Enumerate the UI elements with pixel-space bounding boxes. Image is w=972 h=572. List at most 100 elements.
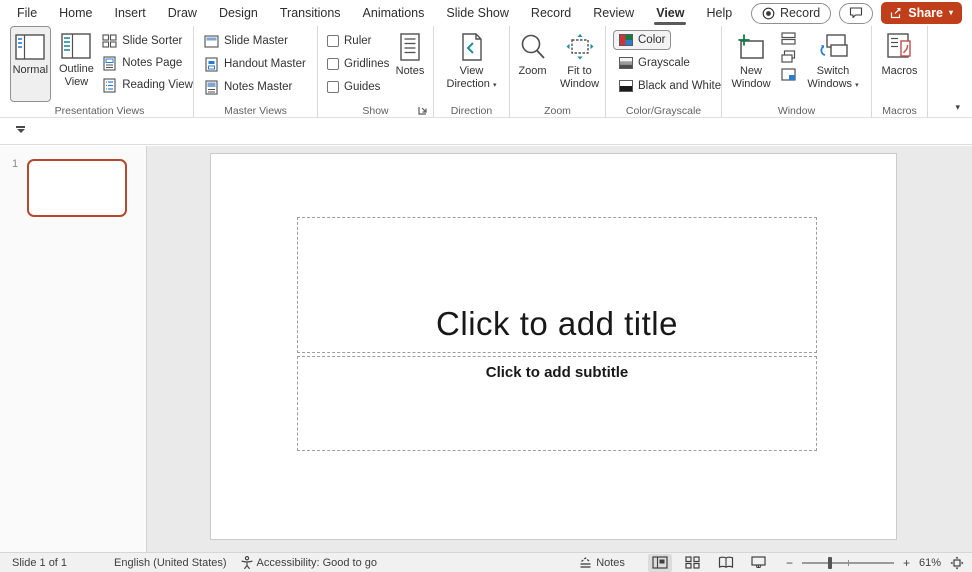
notes-button-label: Notes — [396, 65, 425, 78]
color-button[interactable]: Color — [613, 30, 671, 50]
macros-button[interactable]: Macros — [876, 26, 924, 102]
cascade-windows-icon[interactable] — [781, 50, 796, 63]
thumbnail-slide-number: 1 — [12, 158, 18, 170]
chevron-down-icon: ▾ — [493, 82, 497, 89]
slide-thumbnail[interactable] — [27, 159, 127, 217]
tab-review[interactable]: Review — [582, 0, 645, 26]
zoom-out-button[interactable]: − — [786, 556, 793, 570]
status-bar-right: Notes − + 61% — [579, 554, 972, 572]
group-label-macros: Macros — [872, 105, 927, 117]
normal-view-label: Normal — [13, 64, 48, 77]
ribbon-pin-icon[interactable] — [15, 126, 26, 133]
zoom-slider[interactable] — [802, 562, 894, 564]
checkbox-icon — [327, 58, 339, 70]
notes-button[interactable]: Notes — [390, 26, 430, 98]
notes-page-button[interactable]: Notes Page — [102, 53, 193, 73]
new-window-button[interactable]: New Window — [726, 26, 776, 102]
zoom-in-button[interactable]: + — [903, 556, 910, 570]
fit-to-window-button[interactable]: Fit to Window — [556, 26, 604, 102]
reading-view-status-button[interactable] — [714, 554, 738, 572]
comment-icon — [849, 7, 863, 19]
tab-transitions[interactable]: Transitions — [269, 0, 352, 26]
grayscale-button[interactable]: Grayscale — [613, 53, 690, 73]
fit-slide-to-window-button[interactable] — [950, 556, 964, 570]
handout-master-label: Handout Master — [224, 58, 306, 70]
zoom-button-label: Zoom — [518, 65, 546, 78]
record-button[interactable]: Record — [751, 3, 831, 24]
slide-sorter-status-button[interactable] — [681, 554, 705, 572]
group-label-show: Show — [318, 105, 433, 117]
guides-checkbox[interactable]: Guides — [327, 77, 390, 97]
slide-canvas: Click to add title Click to add subtitle — [148, 146, 972, 552]
group-color-grayscale: Color Grayscale Black and White Color/Gr… — [606, 26, 722, 118]
normal-view-status-button[interactable] — [648, 554, 672, 572]
menu-bar: File Home Insert Draw Design Transitions… — [0, 0, 972, 26]
black-and-white-icon — [619, 80, 633, 92]
zoom-slider-handle[interactable] — [828, 557, 832, 569]
workspace: 1 Click to add title Click to add subtit… — [0, 146, 972, 552]
gridlines-checkbox[interactable]: Gridlines — [327, 54, 390, 74]
tab-home[interactable]: Home — [48, 0, 103, 26]
move-split-icon[interactable] — [781, 68, 796, 81]
zoom-percentage[interactable]: 61% — [919, 557, 941, 569]
slide-master-label: Slide Master — [224, 35, 288, 47]
ruler-checkbox[interactable]: Ruler — [327, 31, 390, 51]
new-window-icon — [736, 33, 766, 61]
notes-toggle-button[interactable]: Notes — [579, 557, 625, 569]
accessibility-icon — [241, 556, 253, 569]
zoom-icon — [519, 33, 547, 61]
status-bar: Slide 1 of 1 English (United States) Acc… — [0, 552, 972, 572]
title-placeholder[interactable]: Click to add title — [297, 217, 817, 353]
slide[interactable]: Click to add title Click to add subtitle — [210, 153, 897, 540]
outline-view-button[interactable]: Outline View — [55, 26, 99, 102]
group-label-zoom: Zoom — [510, 105, 605, 117]
switch-windows-button[interactable]: Switch Windows ▾ — [800, 26, 866, 102]
zoom-button[interactable]: Zoom — [512, 26, 554, 102]
macros-icon — [885, 33, 915, 61]
slide-sorter-button[interactable]: Slide Sorter — [102, 31, 193, 51]
view-direction-button[interactable]: View Direction ▾ — [440, 26, 504, 102]
tab-slide-show[interactable]: Slide Show — [435, 0, 520, 26]
normal-view-button[interactable]: Normal — [10, 26, 51, 102]
comments-button[interactable] — [839, 3, 873, 24]
gridlines-label: Gridlines — [344, 58, 389, 70]
group-label-color-grayscale: Color/Grayscale — [606, 105, 721, 117]
slide-counter[interactable]: Slide 1 of 1 — [12, 557, 67, 569]
tab-draw[interactable]: Draw — [157, 0, 208, 26]
tab-view[interactable]: View — [645, 0, 695, 26]
slide-show-status-button[interactable] — [747, 554, 771, 572]
guides-label: Guides — [344, 81, 380, 93]
view-direction-icon — [459, 33, 485, 61]
slide-master-button[interactable]: Slide Master — [204, 31, 317, 51]
slide-thumbnail-panel: 1 — [0, 146, 147, 552]
arrange-all-icon[interactable] — [781, 32, 796, 45]
tab-design[interactable]: Design — [208, 0, 269, 26]
handout-master-button[interactable]: Handout Master — [204, 54, 317, 74]
subtitle-placeholder-text: Click to add subtitle — [486, 357, 629, 381]
tab-insert[interactable]: Insert — [104, 0, 157, 26]
share-button[interactable]: Share ▾ — [881, 2, 962, 24]
group-zoom: Zoom Fit to Window Zoom — [510, 26, 606, 118]
outline-view-icon — [61, 33, 91, 59]
notes-page-icon — [102, 56, 117, 71]
color-label: Color — [638, 34, 665, 46]
accessibility-status[interactable]: Accessibility: Good to go — [241, 556, 377, 569]
slide-sorter-label: Slide Sorter — [122, 35, 182, 47]
tab-help[interactable]: Help — [695, 0, 743, 26]
reading-view-button[interactable]: Reading View — [102, 75, 193, 95]
tab-file[interactable]: File — [6, 0, 48, 26]
collapse-ribbon-chevron-icon[interactable]: ▾ — [955, 102, 960, 113]
handout-master-icon — [204, 57, 219, 72]
tab-animations[interactable]: Animations — [352, 0, 436, 26]
language-status[interactable]: English (United States) — [114, 557, 227, 569]
subtitle-placeholder[interactable]: Click to add subtitle — [297, 356, 817, 451]
fit-to-window-label: Fit to Window — [557, 65, 603, 91]
notes-master-button[interactable]: Notes Master — [204, 77, 317, 97]
group-label-presentation-views: Presentation Views — [6, 105, 193, 117]
black-and-white-button[interactable]: Black and White — [613, 76, 721, 96]
notes-toggle-label: Notes — [596, 557, 625, 569]
checkbox-icon — [327, 35, 339, 47]
tab-record[interactable]: Record — [520, 0, 582, 26]
grayscale-icon — [619, 57, 633, 69]
title-placeholder-text: Click to add title — [436, 305, 678, 352]
